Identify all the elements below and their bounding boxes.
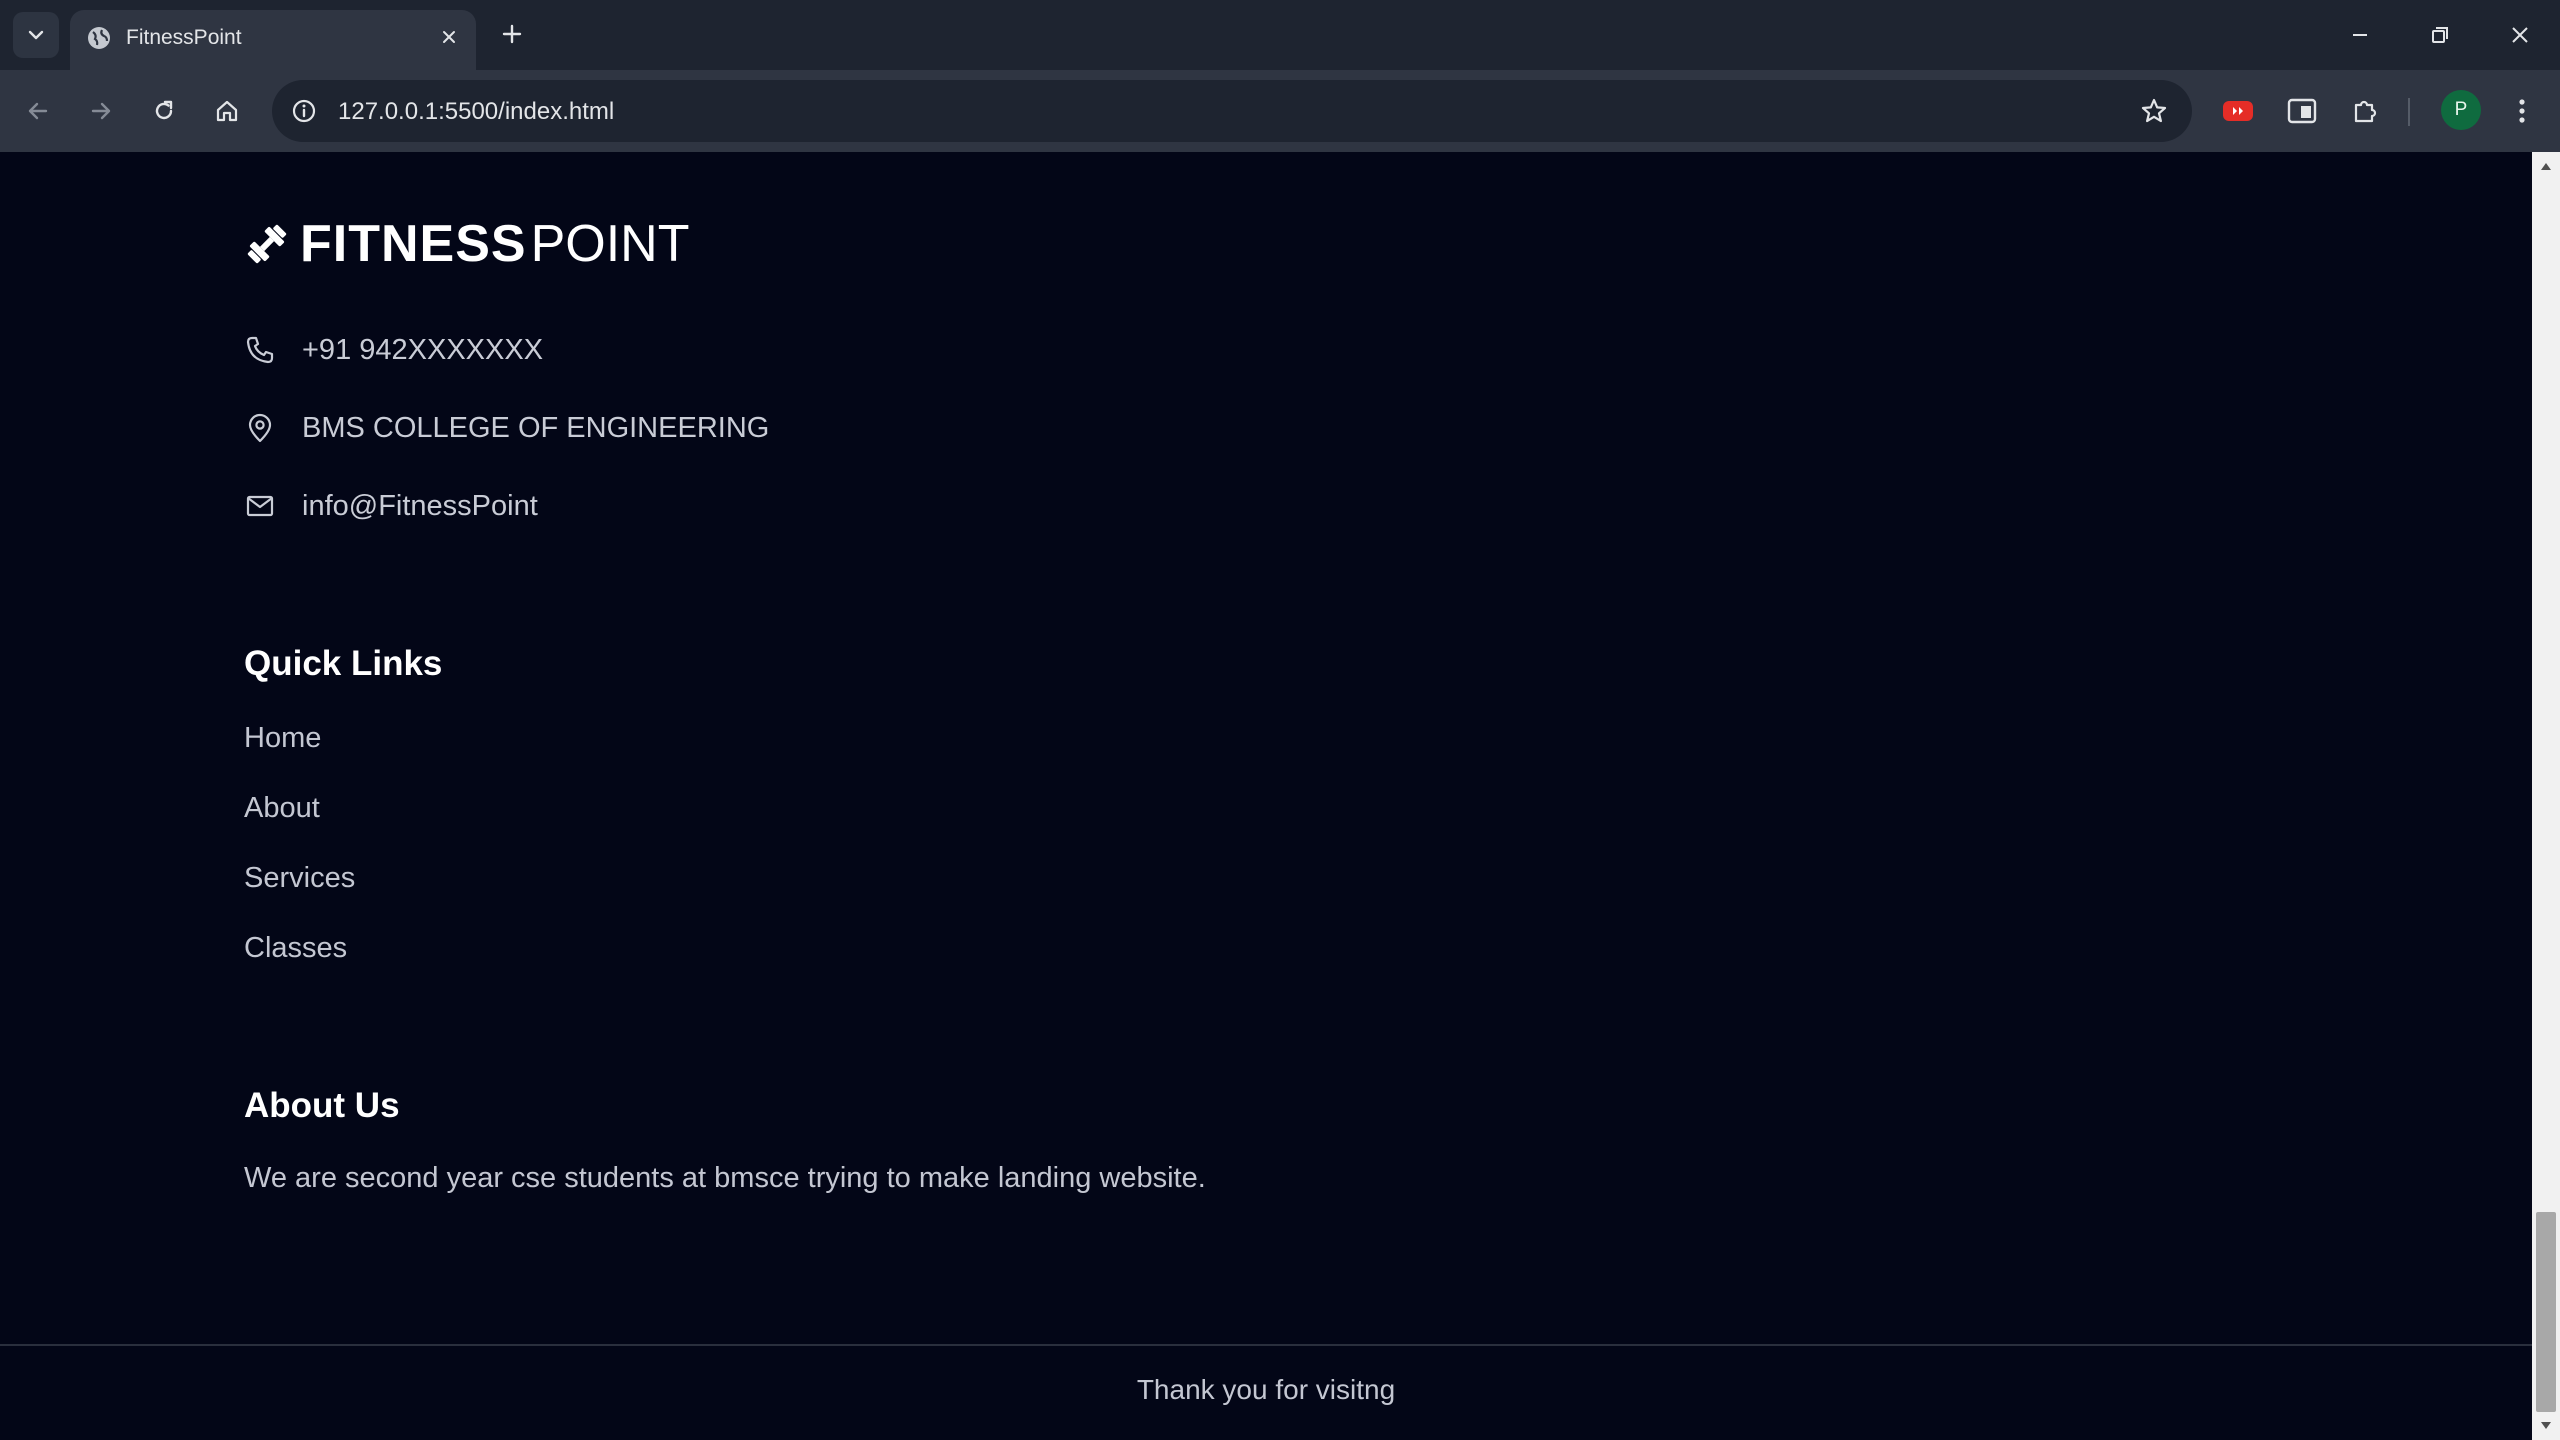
- close-icon: [2512, 27, 2528, 43]
- vertical-scrollbar[interactable]: [2532, 152, 2560, 1440]
- url-text: 127.0.0.1:5500/index.html: [338, 98, 615, 125]
- scroll-up-button[interactable]: [2532, 152, 2560, 180]
- site-info-button[interactable]: [286, 93, 322, 129]
- quick-link-classes[interactable]: Classes: [244, 932, 347, 965]
- quick-links-heading: Quick Links: [244, 644, 443, 683]
- browser-toolbar: 127.0.0.1:5500/index.html P: [0, 70, 2560, 152]
- email-text[interactable]: info@FitnessPoint: [302, 490, 538, 523]
- kebab-menu-icon: [2519, 99, 2525, 123]
- about-us-heading: About Us: [244, 1086, 400, 1125]
- triangle-down-icon: [2541, 1422, 2551, 1429]
- info-icon: [292, 99, 316, 123]
- close-window-button[interactable]: [2492, 10, 2548, 60]
- thank-you-note: Thank you for visitng: [1136, 1374, 1396, 1405]
- contact-phone: +91 942XXXXXXX: [244, 330, 543, 370]
- browser-tab-active[interactable]: FitnessPoint: [70, 10, 476, 70]
- quick-link-home[interactable]: Home: [244, 722, 321, 755]
- back-button[interactable]: [16, 89, 60, 133]
- triangle-up-icon: [2541, 163, 2551, 170]
- close-icon: [443, 31, 455, 43]
- contact-address: BMS COLLEGE OF ENGINEERING: [244, 408, 769, 448]
- tab-close-button[interactable]: [434, 22, 464, 52]
- toolbar-separator: [2408, 98, 2410, 126]
- chevron-down-icon: [28, 30, 44, 40]
- scroll-down-button[interactable]: [2532, 1412, 2560, 1440]
- bookmark-button[interactable]: [2136, 93, 2172, 129]
- new-tab-button[interactable]: [494, 16, 530, 52]
- plus-icon: [502, 24, 522, 44]
- tab-search-button[interactable]: [13, 12, 59, 58]
- about-us-text: We are second year cse students at bmsce…: [244, 1162, 1206, 1194]
- browser-menu-button[interactable]: [2500, 89, 2544, 133]
- puzzle-icon: [2354, 100, 2377, 123]
- browser-tab-strip: FitnessPoint: [0, 0, 2560, 70]
- restore-icon: [2432, 27, 2448, 43]
- split-view-button[interactable]: [2280, 89, 2324, 133]
- minimize-icon: [2353, 34, 2367, 36]
- mail-icon: [244, 490, 276, 522]
- phone-number: +91 942XXXXXXX: [302, 333, 544, 366]
- restore-button[interactable]: [2412, 10, 2468, 60]
- arrow-left-icon: [28, 102, 48, 120]
- extensions-button[interactable]: [2343, 89, 2387, 133]
- reload-button[interactable]: [142, 89, 186, 133]
- star-icon: [2141, 98, 2167, 123]
- split-view-icon: [2287, 98, 2317, 124]
- home-button[interactable]: [205, 89, 249, 133]
- address-bar[interactable]: 127.0.0.1:5500/index.html: [272, 80, 2192, 142]
- logo-text-bold: FITNESS: [300, 215, 527, 273]
- contact-email: info@FitnessPoint: [244, 486, 538, 526]
- logo-text-light: POINT: [530, 215, 690, 273]
- profile-avatar[interactable]: P: [2441, 90, 2481, 130]
- phone-icon: [244, 334, 276, 366]
- address-text: BMS COLLEGE OF ENGINEERING: [302, 411, 770, 444]
- minimize-button[interactable]: [2332, 10, 2388, 60]
- home-icon: [216, 100, 238, 122]
- forward-button[interactable]: [79, 89, 123, 133]
- dumbbell-icon: [247, 224, 287, 264]
- extension-video-button[interactable]: [2216, 89, 2260, 133]
- quick-link-services[interactable]: Services: [244, 862, 355, 895]
- footer-divider: [0, 1344, 2532, 1346]
- page-viewport: FITNESS POINT +91 942XXXXXXX BMS COLLEGE…: [0, 152, 2532, 1440]
- arrow-right-icon: [91, 102, 111, 120]
- site-logo[interactable]: FITNESS POINT: [244, 214, 689, 274]
- globe-icon: [88, 27, 110, 49]
- tab-title: FitnessPoint: [126, 26, 242, 49]
- map-pin-icon: [244, 412, 276, 444]
- reload-icon: [155, 100, 173, 120]
- quick-link-about[interactable]: About: [244, 792, 320, 825]
- video-extension-icon: [2223, 101, 2253, 121]
- scrollbar-thumb[interactable]: [2536, 1212, 2556, 1412]
